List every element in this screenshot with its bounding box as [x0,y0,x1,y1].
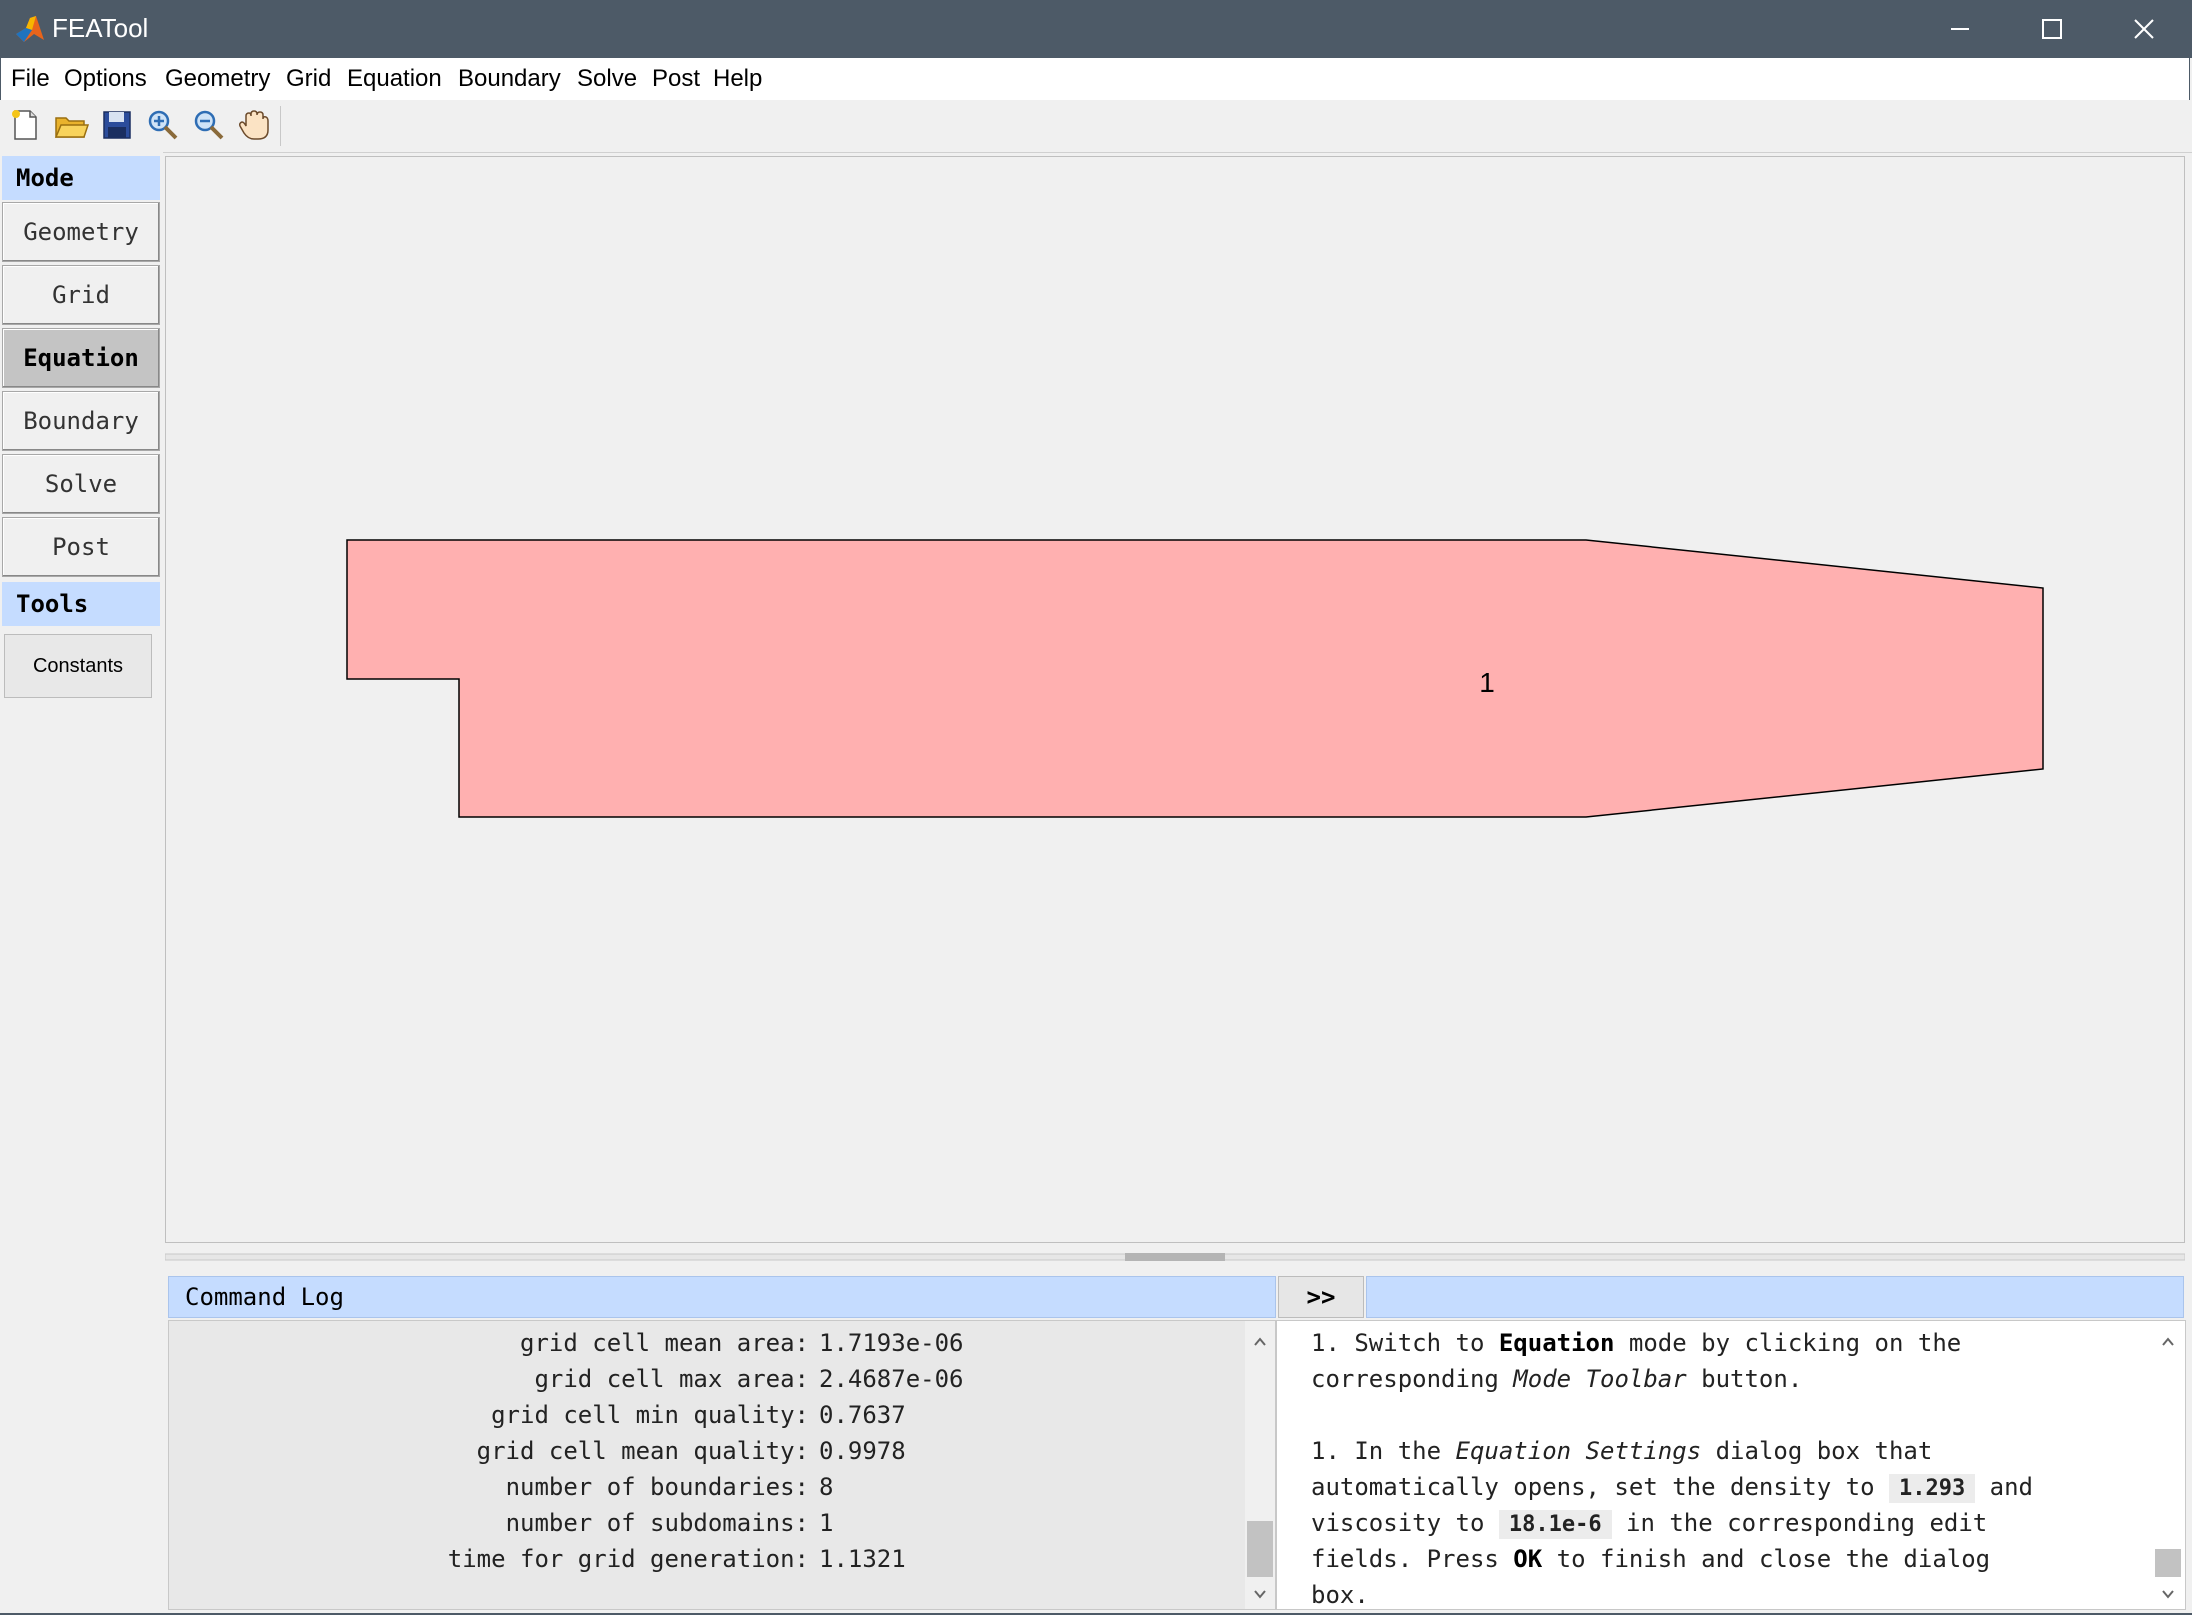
window-title: FEATool [52,13,149,43]
new-file-button[interactable] [6,106,44,144]
zoom-in-button[interactable] [144,106,182,144]
help-line: corresponding Mode Toolbar button. [1311,1365,1803,1393]
mode-geometry-button[interactable]: Geometry [2,202,160,262]
zoom-out-button[interactable] [190,106,228,144]
menu-geometry[interactable]: Geometry [165,65,270,93]
open-button[interactable] [52,106,90,144]
new-file-icon [12,110,37,140]
tutorial-help-panel[interactable]: 1. Switch to Equation mode by clicking o… [1276,1320,2186,1610]
menu-boundary[interactable]: Boundary [458,65,561,93]
mode-grid-button[interactable]: Grid [2,265,160,325]
log-value: 0.7637 [819,1401,906,1429]
close-button[interactable] [2098,0,2190,58]
maximize-button[interactable] [2006,0,2098,58]
help-line: fields. Press OK to finish and close the… [1311,1545,1991,1573]
subdomain-1-shape[interactable] [346,539,2044,818]
constants-button[interactable]: Constants [4,634,152,698]
viscosity-value: 18.1e-6 [1498,1510,1612,1539]
mode-boundary-button[interactable]: Boundary [2,391,160,451]
expand-help-button[interactable]: >> [1278,1276,1364,1318]
command-log-title: Command Log [185,1283,344,1311]
log-label: number of boundaries: [505,1473,809,1501]
menu-bar: File Options Geometry Grid Equation Boun… [0,58,2190,100]
close-icon [2134,19,2154,39]
mode-equation-button[interactable]: Equation [2,328,160,388]
geometry-plot: 1 [346,539,2044,818]
pan-hand-icon [239,110,269,140]
subdomain-label: 1 [1479,667,1495,698]
tools-header: Tools [2,582,160,626]
mode-post-button[interactable]: Post [2,517,160,577]
log-value: 0.9978 [819,1437,906,1465]
zoom-in-icon [148,110,178,140]
splitter-handle-icon [164,1253,2186,1261]
menu-equation[interactable]: Equation [347,65,442,93]
log-value: 1.1321 [819,1545,906,1573]
menu-file[interactable]: File [11,65,50,93]
open-folder-icon [54,117,90,138]
log-label: number of subdomains: [505,1509,809,1537]
log-value: 8 [819,1473,834,1501]
density-value: 1.293 [1888,1474,1976,1503]
scroll-down-icon [2162,1590,2174,1599]
log-value: 2.4687e-06 [819,1365,964,1393]
scroll-up-icon [1254,1337,1266,1346]
log-value: 1.7193e-06 [819,1329,964,1357]
help-line: 1. Switch to Equation mode by clicking o… [1311,1329,1962,1357]
help-line: viscosity to 18.1e-6 in the correspondin… [1311,1509,1988,1539]
menu-grid[interactable]: Grid [286,65,331,93]
mode-solve-button[interactable]: Solve [2,454,160,514]
matlab-logo-icon [16,16,44,42]
toolbar [0,100,2192,153]
log-label: grid cell min quality: [491,1401,809,1429]
log-label: grid cell mean quality: [476,1437,809,1465]
zoom-out-icon [194,110,224,140]
minimize-icon [1951,28,1969,30]
pan-button[interactable] [236,106,274,144]
scroll-up-icon [2162,1337,2174,1346]
menu-help[interactable]: Help [713,65,762,93]
help-line: box. [1311,1581,1369,1609]
help-line: automatically opens, set the density to … [1311,1473,2033,1503]
panel-splitter[interactable] [164,1250,2186,1264]
mode-header: Mode [2,156,160,200]
log-label: time for grid generation: [447,1545,809,1573]
menu-options[interactable]: Options [64,65,147,93]
scroll-down-icon [1254,1590,1266,1599]
menu-solve[interactable]: Solve [577,65,637,93]
log-label: grid cell max area: [534,1365,809,1393]
command-log-header: Command Log [168,1276,1276,1318]
minimize-button[interactable] [1914,0,2006,58]
log-value: 1 [819,1509,834,1537]
help-header [1366,1276,2184,1318]
maximize-icon [2042,19,2062,39]
command-log-panel[interactable]: grid cell mean area: 1.7193e-06 grid cel… [168,1320,1276,1610]
save-button[interactable] [98,106,136,144]
title-bar: FEATool [0,0,2192,58]
toolbar-separator [280,106,281,146]
help-scrollbar[interactable] [2153,1321,2183,1609]
log-scrollbar[interactable] [1245,1321,1275,1609]
menu-post[interactable]: Post [652,65,700,93]
mode-sidebar: Mode Geometry Grid Equation Boundary Sol… [0,152,163,1615]
geometry-canvas[interactable]: 1 [165,156,2185,1243]
help-scroll-thumb[interactable] [2155,1549,2181,1577]
log-scroll-thumb[interactable] [1247,1521,1273,1577]
save-icon [103,111,131,139]
log-label: grid cell mean area: [520,1329,809,1357]
help-line: 1. In the Equation Settings dialog box t… [1311,1437,1933,1465]
